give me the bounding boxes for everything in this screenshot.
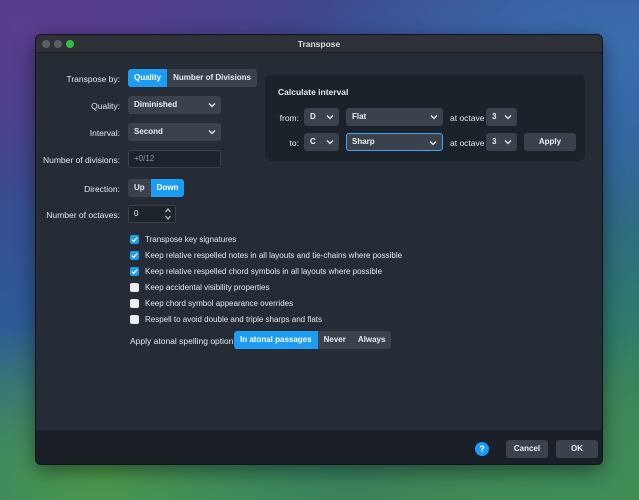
octaves-value: 0 [134, 209, 139, 218]
to-octave-dropdown[interactable]: 3 [486, 133, 517, 151]
checkmark-icon [131, 236, 138, 242]
octaves-stepper[interactable]: 0 [128, 205, 176, 223]
transpose-by-segmented-control: Quality Number of Divisions [128, 69, 257, 87]
chevron-down-icon [430, 115, 438, 120]
to-accidental-value: Sharp [352, 137, 375, 146]
transpose-by-label: Transpose by: [66, 74, 120, 84]
divisions-label: Number of divisions: [42, 155, 120, 165]
from-octave-dropdown[interactable]: 3 [486, 108, 517, 126]
checkbox-unchecked[interactable] [130, 298, 139, 308]
to-note-dropdown[interactable]: C [304, 133, 339, 151]
interval-value: Second [134, 127, 163, 136]
help-icon[interactable]: ? [475, 442, 489, 456]
checkbox-label: Keep relative respelled chord symbols in… [145, 266, 383, 276]
checkbox-label: Transpose key signatures [145, 234, 237, 244]
interval-label: Interval: [89, 128, 120, 138]
interval-dropdown[interactable]: Second [128, 123, 221, 141]
transpose-by-divisions-option[interactable]: Number of Divisions [167, 69, 257, 87]
to-octave-value: 3 [492, 137, 497, 146]
quality-dropdown[interactable]: Diminished [128, 96, 221, 114]
atonal-option-in-atonal-passages[interactable]: In atonal passages [234, 331, 318, 349]
to-note-value: C [310, 137, 316, 146]
from-accidental-value: Flat [352, 112, 367, 121]
quality-value: Diminished [134, 100, 178, 109]
chevron-down-icon [504, 140, 512, 145]
ok-button[interactable]: OK [556, 440, 598, 458]
checkbox-checked[interactable] [130, 250, 139, 260]
checkbox-label: Keep chord symbol appearance overrides [145, 298, 294, 308]
direction-up-option[interactable]: Up [128, 179, 151, 197]
octaves-label: Number of octaves: [46, 210, 120, 220]
checkbox-row-keep-respelled-notes[interactable]: Keep relative respelled notes in all lay… [130, 249, 402, 261]
to-accidental-dropdown[interactable]: Sharp [346, 133, 443, 151]
atonal-option-always[interactable]: Always [352, 331, 392, 349]
title-bar: Transpose [36, 35, 602, 53]
checkmark-icon [131, 252, 138, 258]
stepper-arrows-icon[interactable] [164, 207, 172, 221]
direction-down-option[interactable]: Down [150, 179, 185, 197]
checkbox-row-respell-double-triple[interactable]: Respell to avoid double and triple sharp… [130, 313, 322, 325]
transpose-by-quality-option[interactable]: Quality [128, 69, 168, 87]
from-at-octave-label: at octave [450, 113, 485, 123]
quality-label: Quality: [91, 101, 120, 111]
to-at-octave-label: at octave [450, 138, 485, 148]
apply-button[interactable]: Apply [524, 133, 576, 151]
calculate-interval-title: Calculate interval [278, 87, 349, 97]
from-octave-value: 3 [492, 112, 497, 121]
checkbox-label: Keep relative respelled notes in all lay… [145, 250, 403, 260]
checkbox-checked[interactable] [130, 266, 139, 276]
chevron-down-icon [326, 140, 334, 145]
transpose-dialog: Transpose Transpose by: Quality Number o… [35, 34, 603, 465]
chevron-down-icon [504, 115, 512, 120]
checkbox-label: Respell to avoid double and triple sharp… [145, 314, 322, 324]
from-note-value: D [310, 112, 316, 121]
window-title: Transpose [297, 39, 341, 49]
cancel-button[interactable]: Cancel [506, 440, 548, 458]
direction-label: Direction: [84, 184, 120, 194]
atonal-spelling-segmented-control: In atonal passages Never Always [234, 331, 392, 349]
from-note-dropdown[interactable]: D [304, 108, 339, 126]
chevron-down-icon [429, 141, 437, 146]
checkbox-row-keep-accidental-visibility[interactable]: Keep accidental visibility properties [130, 281, 270, 293]
checkbox-checked[interactable] [130, 234, 139, 244]
atonal-spelling-label: Apply atonal spelling options: [130, 336, 241, 346]
checkbox-unchecked[interactable] [130, 314, 139, 324]
checkbox-unchecked[interactable] [130, 282, 139, 292]
to-label: to: [289, 138, 299, 148]
chevron-down-icon [208, 103, 216, 108]
checkmark-icon [131, 268, 138, 274]
from-label: from: [279, 113, 299, 123]
checkbox-label: Keep accidental visibility properties [145, 282, 270, 292]
atonal-option-never[interactable]: Never [318, 331, 352, 349]
calculate-interval-panel: Calculate interval from: D Flat at octav… [265, 75, 585, 161]
chevron-down-icon [208, 130, 216, 135]
checkbox-row-keep-chord-symbol-overrides[interactable]: Keep chord symbol appearance overrides [130, 297, 293, 309]
chevron-down-icon [326, 115, 334, 120]
checkbox-row-keep-respelled-chord-symbols[interactable]: Keep relative respelled chord symbols in… [130, 265, 382, 277]
from-accidental-dropdown[interactable]: Flat [346, 108, 443, 126]
divisions-field[interactable]: +0/12 [128, 150, 221, 168]
checkbox-row-transpose-key-signatures[interactable]: Transpose key signatures [130, 233, 236, 245]
direction-segmented-control: Up Down [128, 179, 185, 197]
